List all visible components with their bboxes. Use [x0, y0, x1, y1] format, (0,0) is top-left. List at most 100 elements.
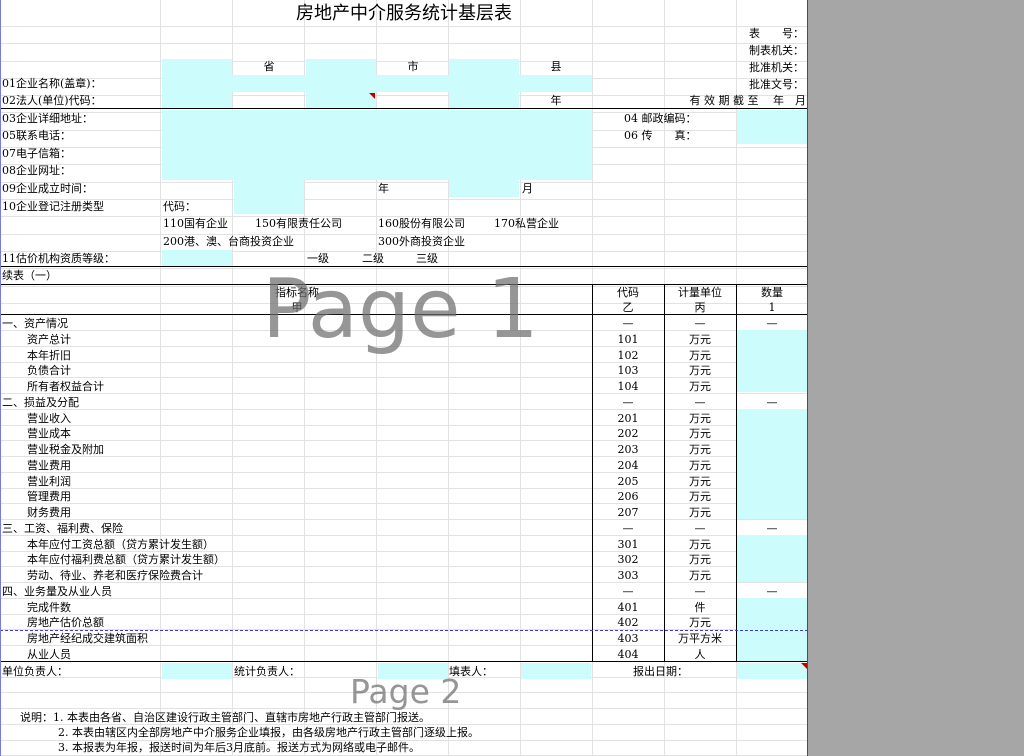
row-unit: 万元 — [689, 459, 711, 472]
row-name: 资产总计 — [27, 333, 71, 346]
row-unit: 万元 — [689, 364, 711, 377]
row-unit: 万元 — [689, 616, 711, 629]
row-name: 劳动、待业、养老和医疗保险费合计 — [27, 569, 203, 582]
row-name: 财务费用 — [27, 506, 71, 519]
page-title: 房地产中介服务统计基层表 — [296, 3, 512, 24]
established-label: 09企业成立时间： — [2, 182, 93, 195]
code-label: 代码： — [163, 200, 196, 213]
row-unit: — — [694, 317, 706, 330]
type-170: 170私营企业 — [494, 217, 559, 230]
issuing-agency-label: 制表机关： — [749, 44, 804, 57]
type-110: 110国有企业 — [163, 217, 228, 230]
company-name-label: 01企业名称(盖章)： — [2, 77, 102, 90]
col-sub-yi: 乙 — [622, 301, 634, 314]
qty-input-3[interactable] — [737, 535, 807, 582]
city-label: 市 — [407, 60, 419, 73]
company-name-input[interactable] — [162, 75, 592, 92]
row-name: 本年应付福利费总额（贷方累计发生额） — [27, 553, 225, 566]
row-name: 一、资产情况 — [2, 317, 68, 330]
row-code: 103 — [617, 364, 639, 377]
established-year-input[interactable] — [234, 180, 304, 197]
filler-input[interactable] — [521, 663, 591, 679]
note-line: 3. 本报表为年报，报送时间为年后3月底前。报送方式为网络或电子邮件。 — [58, 741, 420, 754]
email-label: 07电子信箱： — [2, 147, 71, 160]
row-name: 管理费用 — [27, 490, 71, 503]
row-unit: 万元 — [689, 349, 711, 362]
col-header-unit: 计量单位 — [678, 286, 722, 299]
row-name: 四、业务量及从业人员 — [2, 585, 112, 598]
page-left-edge — [0, 0, 1, 756]
row-name: 营业成本 — [27, 427, 71, 440]
page-right-edge — [807, 0, 808, 756]
row-code: 205 — [617, 475, 639, 488]
row-qty: — — [766, 396, 778, 409]
row-code: 104 — [617, 380, 639, 393]
row-unit: 万平方米 — [678, 632, 722, 645]
row-code: 206 — [617, 490, 639, 503]
county-label: 县 — [550, 60, 562, 73]
continuation-label: 续表（一） — [2, 269, 57, 282]
qty-input-2[interactable] — [737, 409, 807, 519]
row-name: 三、工资、福利费、保险 — [2, 522, 123, 535]
row-unit: 万元 — [689, 427, 711, 440]
row-code: 301 — [617, 538, 639, 551]
border-line — [736, 284, 737, 662]
postcode-fax-input[interactable] — [737, 110, 807, 144]
row-name: 从业人员 — [27, 648, 71, 661]
website-label: 08企业网址： — [2, 164, 71, 177]
qualification-input[interactable] — [162, 250, 232, 267]
row-code: 403 — [617, 632, 639, 645]
col-sub-bing: 丙 — [694, 301, 706, 314]
postcode-label: 04 邮政编码： — [624, 112, 697, 125]
row-name: 营业税金及附加 — [27, 443, 104, 456]
row-unit: 万元 — [689, 490, 711, 503]
row-name: 所有者权益合计 — [27, 380, 104, 393]
province-label: 省 — [263, 60, 275, 73]
spreadsheet-page: 房地产中介服务统计基层表 表 号： 制表机关： 批准机关： 批准文号： 有 效 … — [0, 0, 808, 756]
row-code: 207 — [617, 506, 639, 519]
row-unit: 件 — [694, 601, 706, 614]
row-name: 房地产估价总额 — [27, 616, 104, 629]
qty-input-1[interactable] — [737, 330, 807, 392]
row-unit: 万元 — [689, 380, 711, 393]
row-name: 营业利润 — [27, 475, 71, 488]
note-line: 2. 本表由辖区内全部房地产中介服务企业填报，由各级房地产行政主管部门逐级上报。 — [58, 726, 479, 739]
row-name: 本年折旧 — [27, 349, 71, 362]
row-unit: — — [694, 522, 706, 535]
unit-head-label: 单位负责人： — [2, 665, 68, 678]
row-name: 完成件数 — [27, 601, 71, 614]
row-qty: — — [766, 317, 778, 330]
validity-label: 有 效 期 截 至 年 月 — [689, 94, 806, 107]
grid-row-line — [0, 199, 808, 200]
row-unit: — — [694, 396, 706, 409]
row-code: 404 — [617, 648, 639, 661]
approving-agency-label: 批准机关： — [749, 61, 804, 74]
row-name: 本年应付工资总额（贷方累计发生额） — [27, 538, 214, 551]
row-name: 房地产经纪成交建筑面积 — [27, 632, 148, 645]
row-code: — — [622, 585, 634, 598]
row-code: 401 — [617, 601, 639, 614]
stats-head-label: 统计负责人： — [234, 665, 300, 678]
row-unit: 万元 — [689, 333, 711, 346]
row-unit: 万元 — [689, 569, 711, 582]
unit-head-input[interactable] — [162, 663, 232, 679]
row-name: 二、损益及分配 — [2, 396, 79, 409]
row-code: — — [622, 396, 634, 409]
col-header-code: 代码 — [617, 286, 639, 299]
registration-type-label: 10企业登记注册类型 — [2, 200, 104, 213]
comment-marker[interactable] — [369, 93, 375, 99]
note-line: 说明：1. 本表由各省、自治区建设行政主管部门、直辖市房地产行政主管部门报送。 — [20, 711, 430, 724]
row-code: 303 — [617, 569, 639, 582]
registration-code-input[interactable] — [234, 197, 304, 214]
phone-label: 05联系电话： — [2, 129, 71, 142]
row-code: 204 — [617, 459, 639, 472]
report-date-input[interactable] — [737, 663, 807, 679]
established-month-input[interactable] — [449, 180, 519, 197]
row-code: 302 — [617, 553, 639, 566]
contact-info-inputs[interactable] — [162, 110, 592, 180]
row-unit: — — [694, 585, 706, 598]
row-code: — — [622, 522, 634, 535]
row-unit: 人 — [694, 648, 706, 661]
approval-number-label: 批准文号： — [749, 78, 804, 91]
grid-column-line — [160, 0, 161, 756]
